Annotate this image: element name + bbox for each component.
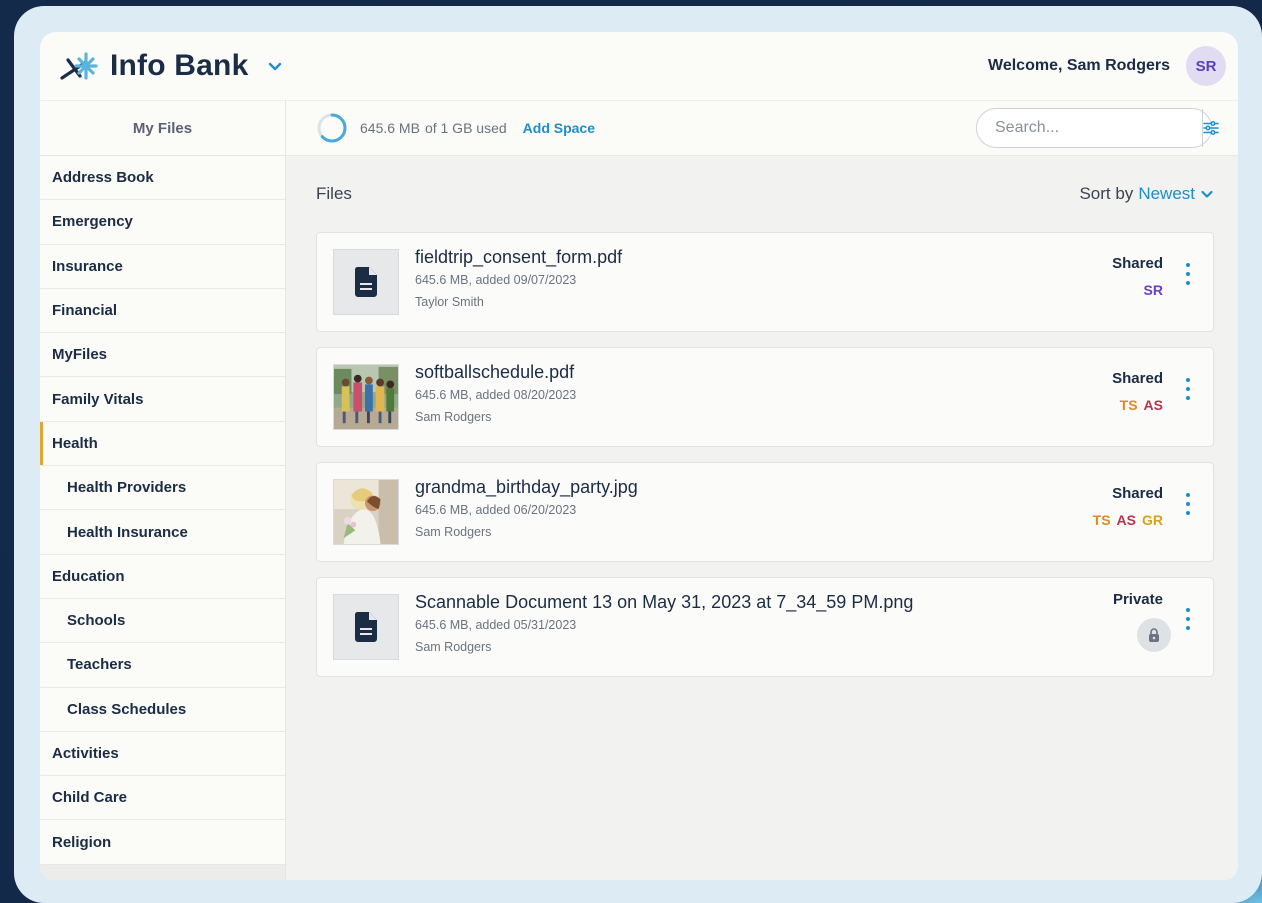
file-row[interactable]: Scannable Document 13 on May 31, 2023 at… <box>316 577 1214 677</box>
more-options-icon[interactable] <box>1185 263 1191 285</box>
file-name[interactable]: softballschedule.pdf <box>415 362 1023 383</box>
share-info: Shared SR <box>1023 255 1163 298</box>
file-info: softballschedule.pdf 645.6 MB, added 08/… <box>415 362 1023 424</box>
file-thumbnail <box>333 364 399 430</box>
sidebar-item-emergency[interactable]: Emergency <box>40 200 285 245</box>
share-status: Private <box>1112 590 1163 608</box>
file-row[interactable]: grandma_birthday_party.jpg 645.6 MB, add… <box>316 462 1214 562</box>
file-meta: 645.6 MB, added 06/20/2023 <box>415 503 577 517</box>
storage-progress-ring <box>317 113 347 143</box>
app-title: Info Bank <box>110 49 249 82</box>
sidebar-item-insurance[interactable]: Insurance <box>40 245 285 289</box>
share-status: Shared <box>1112 484 1163 502</box>
more-options-icon[interactable] <box>1185 493 1191 515</box>
sort-label: Sort by <box>1079 184 1134 203</box>
file-info: Scannable Document 13 on May 31, 2023 at… <box>415 592 1023 654</box>
add-space-link[interactable]: Add Space <box>523 120 595 136</box>
sidebar-item-myfiles[interactable]: MyFiles <box>40 333 285 378</box>
file-name[interactable]: grandma_birthday_party.jpg <box>415 477 1023 498</box>
private-lock-badge <box>1137 617 1171 652</box>
file-owner: Sam Rodgers <box>415 640 492 654</box>
share-info: Private <box>1023 590 1171 652</box>
file-info: fieldtrip_consent_form.pdf 645.6 MB, add… <box>415 247 1023 309</box>
file-meta: 645.6 MB, added 08/20/2023 <box>415 388 577 402</box>
app-window: Info Bank Welcome, Sam Rodgers SR My Fil… <box>40 32 1238 880</box>
storage-total: of 1 GB used <box>424 120 507 136</box>
file-owner: Sam Rodgers <box>415 525 492 539</box>
sidebar-item-class-schedules[interactable]: Class Schedules <box>40 688 285 732</box>
file-thumbnail <box>333 249 399 315</box>
file-owner: Sam Rodgers <box>415 410 492 424</box>
sidebar-item-address-book[interactable]: Address Book <box>40 156 285 201</box>
file-name[interactable]: Scannable Document 13 on May 31, 2023 at… <box>415 592 1023 613</box>
sidebar-item-activities[interactable]: Activities <box>40 732 285 777</box>
storage-used: 645.6 MB <box>360 120 420 136</box>
photo-hug <box>334 480 398 544</box>
files-panel: Files Sort by Newest fieldtrip_consent_f… <box>286 156 1238 880</box>
photo-kids-walking <box>334 365 398 429</box>
sidebar: My Files Address Book Emergency Insuranc… <box>40 100 286 880</box>
user-area: Welcome, Sam Rodgers SR <box>988 46 1226 86</box>
shared-user-initials: TS <box>1119 396 1138 413</box>
sidebar-item-education[interactable]: Education <box>40 555 285 599</box>
search-box <box>976 108 1219 148</box>
more-options-icon[interactable] <box>1185 608 1191 630</box>
info-bank-logo-icon <box>60 52 98 80</box>
file-thumbnail <box>333 479 399 545</box>
document-icon <box>355 612 377 642</box>
sort-value[interactable]: Newest <box>1138 184 1195 204</box>
document-icon <box>355 267 377 297</box>
shared-user-initials: TS <box>1092 511 1111 528</box>
sidebar-item-family-vitals[interactable]: Family Vitals <box>40 377 285 422</box>
shared-with: TS AS GR <box>1093 512 1163 528</box>
files-header: Files Sort by Newest <box>316 156 1214 232</box>
storage-toolbar: 645.6 MB of 1 GB used Add Space <box>286 100 1238 156</box>
search-input[interactable] <box>987 109 1202 147</box>
file-meta: 645.6 MB, added 05/31/2023 <box>415 618 577 632</box>
file-row[interactable]: fieldtrip_consent_form.pdf 645.6 MB, add… <box>316 232 1214 332</box>
file-row[interactable]: softballschedule.pdf 645.6 MB, added 08/… <box>316 347 1214 447</box>
sidebar-item-religion[interactable]: Religion <box>40 820 285 865</box>
file-info: grandma_birthday_party.jpg 645.6 MB, add… <box>415 477 1023 539</box>
sidebar-item-health[interactable]: Health <box>40 421 285 467</box>
sidebar-footer <box>40 864 285 880</box>
shared-user-initials: GR <box>1142 511 1163 528</box>
filter-button[interactable] <box>1202 109 1219 147</box>
avatar[interactable]: SR <box>1186 46 1226 86</box>
file-owner: Taylor Smith <box>415 295 484 309</box>
more-options-icon[interactable] <box>1185 378 1191 400</box>
sidebar-heading[interactable]: My Files <box>40 100 285 156</box>
sidebar-item-health-providers[interactable]: Health Providers <box>40 466 285 511</box>
sliders-icon <box>1203 121 1219 135</box>
shared-user-initials: SR <box>1143 281 1163 298</box>
sort-control[interactable]: Sort by Newest <box>1079 184 1214 204</box>
files-title: Files <box>316 184 352 203</box>
shared-user-initials: AS <box>1143 396 1163 413</box>
chevron-down-icon[interactable] <box>266 57 284 75</box>
share-status: Shared <box>1112 369 1163 387</box>
sidebar-item-child-care[interactable]: Child Care <box>40 776 285 821</box>
file-name[interactable]: fieldtrip_consent_form.pdf <box>415 247 1023 268</box>
chevron-down-icon[interactable] <box>1200 187 1214 201</box>
sidebar-item-teachers[interactable]: Teachers <box>40 643 285 688</box>
shared-with: TS AS <box>1120 397 1163 413</box>
lock-icon <box>1149 627 1159 642</box>
file-meta: 645.6 MB, added 09/07/2023 <box>415 273 577 287</box>
share-info: Shared TS AS GR <box>1023 485 1163 528</box>
sidebar-item-health-insurance[interactable]: Health Insurance <box>40 510 285 555</box>
share-info: Shared TS AS <box>1023 370 1163 413</box>
shared-with: SR <box>1144 282 1163 298</box>
sidebar-item-schools[interactable]: Schools <box>40 599 285 644</box>
brand[interactable]: Info Bank <box>58 49 284 83</box>
file-thumbnail <box>333 594 399 660</box>
share-status: Shared <box>1112 254 1163 272</box>
welcome-text: Welcome, Sam Rodgers <box>988 57 1170 74</box>
app-header: Info Bank Welcome, Sam Rodgers SR <box>40 32 1238 100</box>
sidebar-item-financial[interactable]: Financial <box>40 289 285 334</box>
shared-user-initials: AS <box>1116 511 1136 528</box>
